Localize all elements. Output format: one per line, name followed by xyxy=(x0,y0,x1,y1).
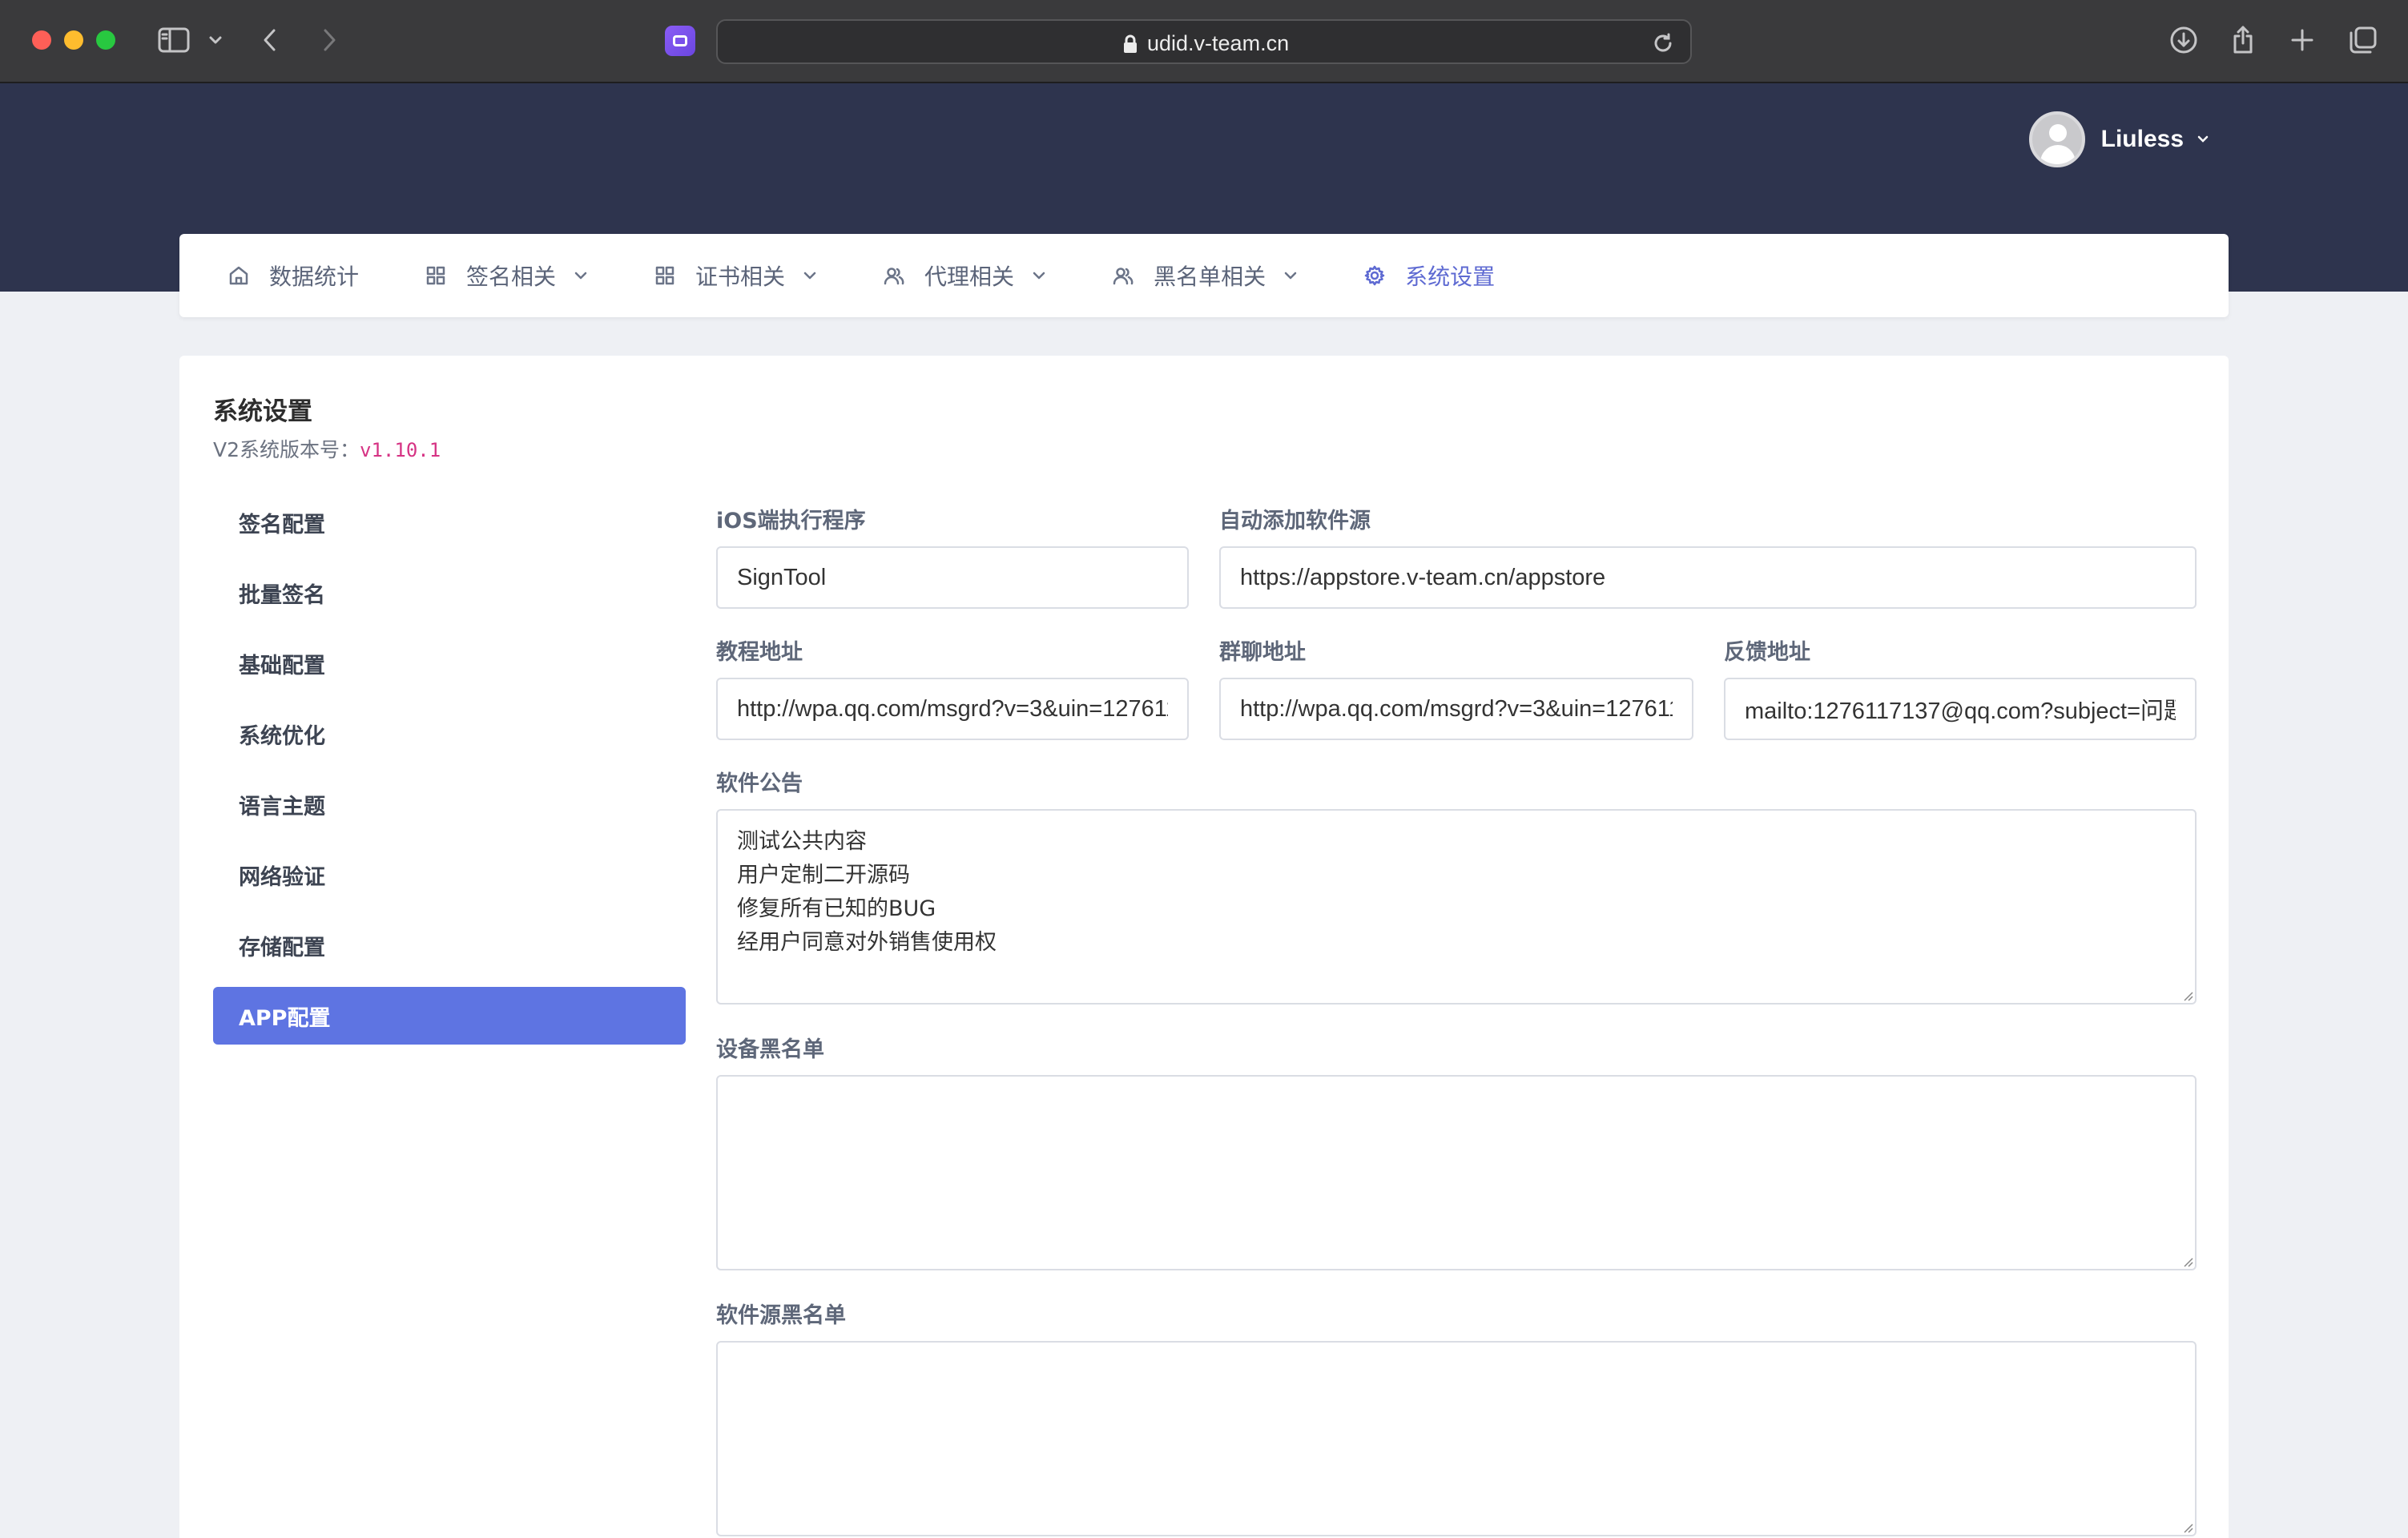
home-icon xyxy=(229,266,248,285)
ios-exec-input[interactable] xyxy=(716,546,1189,609)
sidebar-item-language-theme[interactable]: 语言主题 xyxy=(213,775,686,833)
ios-exec-label: iOS端执行程序 xyxy=(716,509,866,533)
sidebar-item-batch-signing[interactable]: 批量签名 xyxy=(213,564,686,622)
resize-grip-icon[interactable] xyxy=(2182,1522,2193,1533)
nav-label: 证书相关 xyxy=(695,264,786,290)
lock-icon xyxy=(1124,34,1137,53)
sidebar-item-network-auth[interactable]: 网络验证 xyxy=(213,846,686,904)
nav-label: 签名相关 xyxy=(466,264,557,290)
sidebar-item-system-optimize[interactable]: 系统优化 xyxy=(213,705,686,763)
resize-grip-icon[interactable] xyxy=(2182,990,2193,1001)
sidebar-item-storage-config[interactable]: 存储配置 xyxy=(213,916,686,974)
close-window-button[interactable] xyxy=(32,30,51,50)
notice-label: 软件公告 xyxy=(716,771,803,796)
tab-overview-icon[interactable] xyxy=(2347,22,2379,58)
users-icon xyxy=(884,268,904,285)
group-chat-input[interactable] xyxy=(1219,678,1693,740)
source-blacklist-textarea[interactable] xyxy=(716,1341,2197,1536)
chevron-down-icon xyxy=(2197,135,2209,143)
gear-icon xyxy=(1364,265,1385,286)
reload-icon[interactable] xyxy=(1652,32,1674,54)
chevron-down-icon xyxy=(803,272,816,280)
chevron-down-icon[interactable] xyxy=(205,22,226,58)
device-blacklist-label: 设备黑名单 xyxy=(716,1037,824,1062)
avatar xyxy=(2028,111,2085,167)
forward-arrow-icon[interactable] xyxy=(317,22,341,58)
sidebar-toggle-icon[interactable] xyxy=(154,22,194,58)
sidebar-item-basic-config[interactable]: 基础配置 xyxy=(213,634,686,692)
grid-icon xyxy=(655,266,674,285)
notice-textarea[interactable]: 测试公共内容 用户定制二开源码 修复所有已知的BUG 经用户同意对外销售使用权 xyxy=(716,809,2197,1005)
feedback-url-input[interactable] xyxy=(1724,678,2197,740)
settings-card: 系统设置 V2系统版本号： v1.10.1 签名配置 批量签名 基础配置 系统优… xyxy=(179,356,2229,1538)
extension-icon[interactable] xyxy=(665,26,695,56)
tutorial-url-input[interactable] xyxy=(716,678,1189,740)
chevron-down-icon xyxy=(1033,272,1045,280)
browser-toolbar: udid.v-team.cn xyxy=(0,0,2408,83)
address-bar[interactable]: udid.v-team.cn xyxy=(716,19,1692,64)
user-menu[interactable]: Liuless xyxy=(2028,111,2209,167)
nav-item-signing[interactable]: 签名相关 xyxy=(425,234,588,317)
page-title: 系统设置 xyxy=(213,397,312,426)
download-icon[interactable] xyxy=(2168,22,2200,58)
nav-label: 数据统计 xyxy=(269,264,360,290)
nav-label: 系统设置 xyxy=(1405,264,1496,290)
maximize-window-button[interactable] xyxy=(96,30,115,50)
main-nav: 数据统计 签名相关 证书相关 代理相关 黑名单相关 系统设置 xyxy=(179,234,2229,317)
nav-label: 代理相关 xyxy=(924,264,1015,290)
url-text: udid.v-team.cn xyxy=(1147,31,1290,55)
auto-source-input[interactable] xyxy=(1219,546,2197,609)
new-tab-icon[interactable] xyxy=(2288,22,2317,58)
resize-grip-icon[interactable] xyxy=(2182,1256,2193,1267)
share-icon[interactable] xyxy=(2229,22,2257,58)
user-name: Liuless xyxy=(2100,126,2184,152)
grid-icon xyxy=(426,266,445,285)
device-blacklist-textarea[interactable] xyxy=(716,1075,2197,1270)
version-label: V2系统版本号： xyxy=(213,438,360,461)
version-info: V2系统版本号： v1.10.1 xyxy=(213,434,441,463)
settings-sidebar: 签名配置 批量签名 基础配置 系统优化 语言主题 网络验证 存储配置 APP配置 xyxy=(213,493,686,1057)
nav-item-certificates[interactable]: 证书相关 xyxy=(654,234,817,317)
back-arrow-icon[interactable] xyxy=(258,22,282,58)
nav-item-agents[interactable]: 代理相关 xyxy=(883,234,1046,317)
sidebar-item-signing-config[interactable]: 签名配置 xyxy=(213,493,686,551)
feedback-url-label: 反馈地址 xyxy=(1724,640,1810,665)
tutorial-url-label: 教程地址 xyxy=(716,640,803,665)
version-number: v1.10.1 xyxy=(360,439,441,461)
users-icon xyxy=(1113,268,1134,285)
group-chat-label: 群聊地址 xyxy=(1219,640,1306,665)
nav-item-statistics[interactable]: 数据统计 xyxy=(228,234,359,317)
nav-item-system-settings[interactable]: 系统设置 xyxy=(1363,234,1495,317)
chevron-down-icon xyxy=(574,272,587,280)
nav-item-blacklist[interactable]: 黑名单相关 xyxy=(1112,234,1298,317)
nav-label: 黑名单相关 xyxy=(1154,264,1266,290)
minimize-window-button[interactable] xyxy=(64,30,83,50)
source-blacklist-label: 软件源黑名单 xyxy=(716,1303,846,1328)
sidebar-item-app-config[interactable]: APP配置 xyxy=(213,987,686,1045)
auto-source-label: 自动添加软件源 xyxy=(1219,509,1371,533)
chevron-down-icon xyxy=(1284,272,1297,280)
